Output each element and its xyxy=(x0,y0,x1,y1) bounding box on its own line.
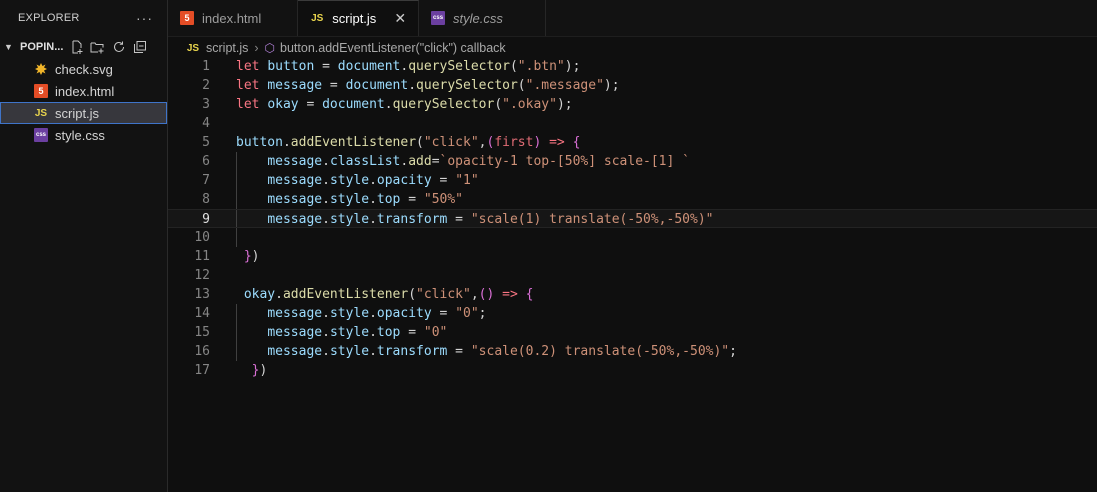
line-number: 16 xyxy=(194,344,210,359)
code-line: 10 xyxy=(168,228,1097,247)
line-number: 12 xyxy=(194,268,210,283)
css-file-icon: css xyxy=(34,128,48,142)
code-line: 6 message.classList.add=`opacity-1 top-[… xyxy=(168,152,1097,171)
file-name: style.css xyxy=(55,127,105,143)
code-text: }) xyxy=(243,249,260,264)
code-line: 12 xyxy=(168,266,1097,285)
file-item-script-js[interactable]: JS script.js xyxy=(0,102,167,124)
code-line: 13 okay.addEventListener("click",() => { xyxy=(168,285,1097,304)
code-line: 7 message.style.opacity = "1" xyxy=(168,171,1097,190)
code-line: 8 message.style.top = "50%" xyxy=(168,190,1097,209)
line-number: 2 xyxy=(202,78,210,93)
css-file-icon: css xyxy=(431,11,446,25)
file-item-style-css[interactable]: css style.css xyxy=(0,124,167,146)
tab-style-css[interactable]: css style.css xyxy=(419,0,546,36)
code-line: 17 }) xyxy=(168,361,1097,380)
folder-name: POPIN... xyxy=(20,41,64,53)
code-line: 5 button.addEventListener("click",(first… xyxy=(168,133,1097,152)
file-item-index-html[interactable]: 5 index.html xyxy=(0,80,167,102)
chevron-down-icon[interactable]: ▼ xyxy=(4,42,16,52)
line-number: 6 xyxy=(202,154,210,169)
code-line: 3 let okay = document.querySelector(".ok… xyxy=(168,95,1097,114)
code-text: okay.addEventListener("click",() => { xyxy=(243,287,534,302)
code-editor[interactable]: 1 let button = document.querySelector(".… xyxy=(168,57,1097,492)
svg-file-icon xyxy=(34,62,48,76)
code-line-current: 9 message.style.transform = "scale(1) tr… xyxy=(168,209,1097,228)
code-line: 2 let message = document.querySelector("… xyxy=(168,76,1097,95)
breadcrumb-symbol[interactable]: button.addEventListener("click") callbac… xyxy=(280,41,506,55)
line-number: 9 xyxy=(202,212,210,227)
code-line: 16 message.style.transform = "scale(0.2)… xyxy=(168,342,1097,361)
tab-label: style.css xyxy=(453,10,503,26)
tab-index-html[interactable]: 5 index.html xyxy=(168,0,299,36)
tab-script-js[interactable]: JS script.js ✕ xyxy=(298,0,420,36)
line-number: 17 xyxy=(194,363,210,378)
line-number: 4 xyxy=(202,116,210,131)
explorer-sidebar: EXPLORER ··· ▼ POPIN... check.svg 5 inde… xyxy=(0,0,168,492)
code-text: message.style.top = "0" xyxy=(210,323,447,342)
new-file-icon[interactable] xyxy=(69,40,84,55)
line-number: 8 xyxy=(202,192,210,207)
code-line: 11 }) xyxy=(168,247,1097,266)
code-text: let message = document.querySelector(".m… xyxy=(236,78,620,93)
project-folder[interactable]: ▼ POPIN... xyxy=(0,36,167,58)
file-name: index.html xyxy=(55,83,115,99)
line-number: 3 xyxy=(202,97,210,112)
file-name: check.svg xyxy=(55,61,113,77)
code-line: 1 let button = document.querySelector(".… xyxy=(168,57,1097,76)
tab-label: index.html xyxy=(202,10,262,26)
js-file-icon: JS xyxy=(186,42,200,54)
refresh-icon[interactable] xyxy=(111,40,126,55)
chevron-right-icon: › xyxy=(254,41,259,55)
html-file-icon: 5 xyxy=(180,11,194,25)
code-text: let okay = document.querySelector(".okay… xyxy=(236,97,573,112)
close-icon[interactable]: ✕ xyxy=(394,10,406,27)
explorer-title: EXPLORER xyxy=(18,12,80,24)
line-number: 14 xyxy=(194,306,210,321)
code-text: }) xyxy=(251,363,268,378)
code-text: message.classList.add=`opacity-1 top-[50… xyxy=(210,152,690,171)
symbol-method-icon: ⬡ xyxy=(264,41,276,55)
code-text: message.style.opacity = "1" xyxy=(210,171,479,190)
code-text: message.style.transform = "scale(1) tran… xyxy=(210,210,713,227)
tab-label: script.js xyxy=(332,11,377,26)
file-name: script.js xyxy=(55,105,100,121)
code-text: let button = document.querySelector(".bt… xyxy=(236,59,581,74)
code-text: message.style.transform = "scale(0.2) tr… xyxy=(210,342,737,361)
line-number: 1 xyxy=(202,59,210,74)
code-text: button.addEventListener("click",(first) … xyxy=(236,135,581,150)
line-number: 7 xyxy=(202,173,210,188)
js-file-icon: JS xyxy=(34,107,48,119)
editor-tab-bar: 5 index.html JS script.js ✕ css style.cs… xyxy=(168,0,1097,37)
html-file-icon: 5 xyxy=(34,84,48,98)
file-item-check-svg[interactable]: check.svg xyxy=(0,58,167,80)
breadcrumb: JS script.js › ⬡ button.addEventListener… xyxy=(168,37,1097,59)
code-line: 4 xyxy=(168,114,1097,133)
line-number: 5 xyxy=(202,135,210,150)
code-text xyxy=(210,228,237,247)
code-line: 15 message.style.top = "0" xyxy=(168,323,1097,342)
more-actions-icon[interactable]: ··· xyxy=(136,10,153,26)
explorer-header: EXPLORER ··· xyxy=(0,0,167,36)
code-text: message.style.top = "50%" xyxy=(210,190,463,209)
line-number: 11 xyxy=(194,249,210,264)
line-number: 10 xyxy=(194,230,210,245)
breadcrumb-file[interactable]: script.js xyxy=(206,41,248,55)
folder-actions xyxy=(69,40,147,55)
line-number: 13 xyxy=(194,287,210,302)
line-number: 15 xyxy=(194,325,210,340)
js-file-icon: JS xyxy=(311,13,324,24)
code-line: 14 message.style.opacity = "0"; xyxy=(168,304,1097,323)
code-text: message.style.opacity = "0"; xyxy=(210,304,487,323)
new-folder-icon[interactable] xyxy=(90,40,105,55)
collapse-all-icon[interactable] xyxy=(132,40,147,55)
